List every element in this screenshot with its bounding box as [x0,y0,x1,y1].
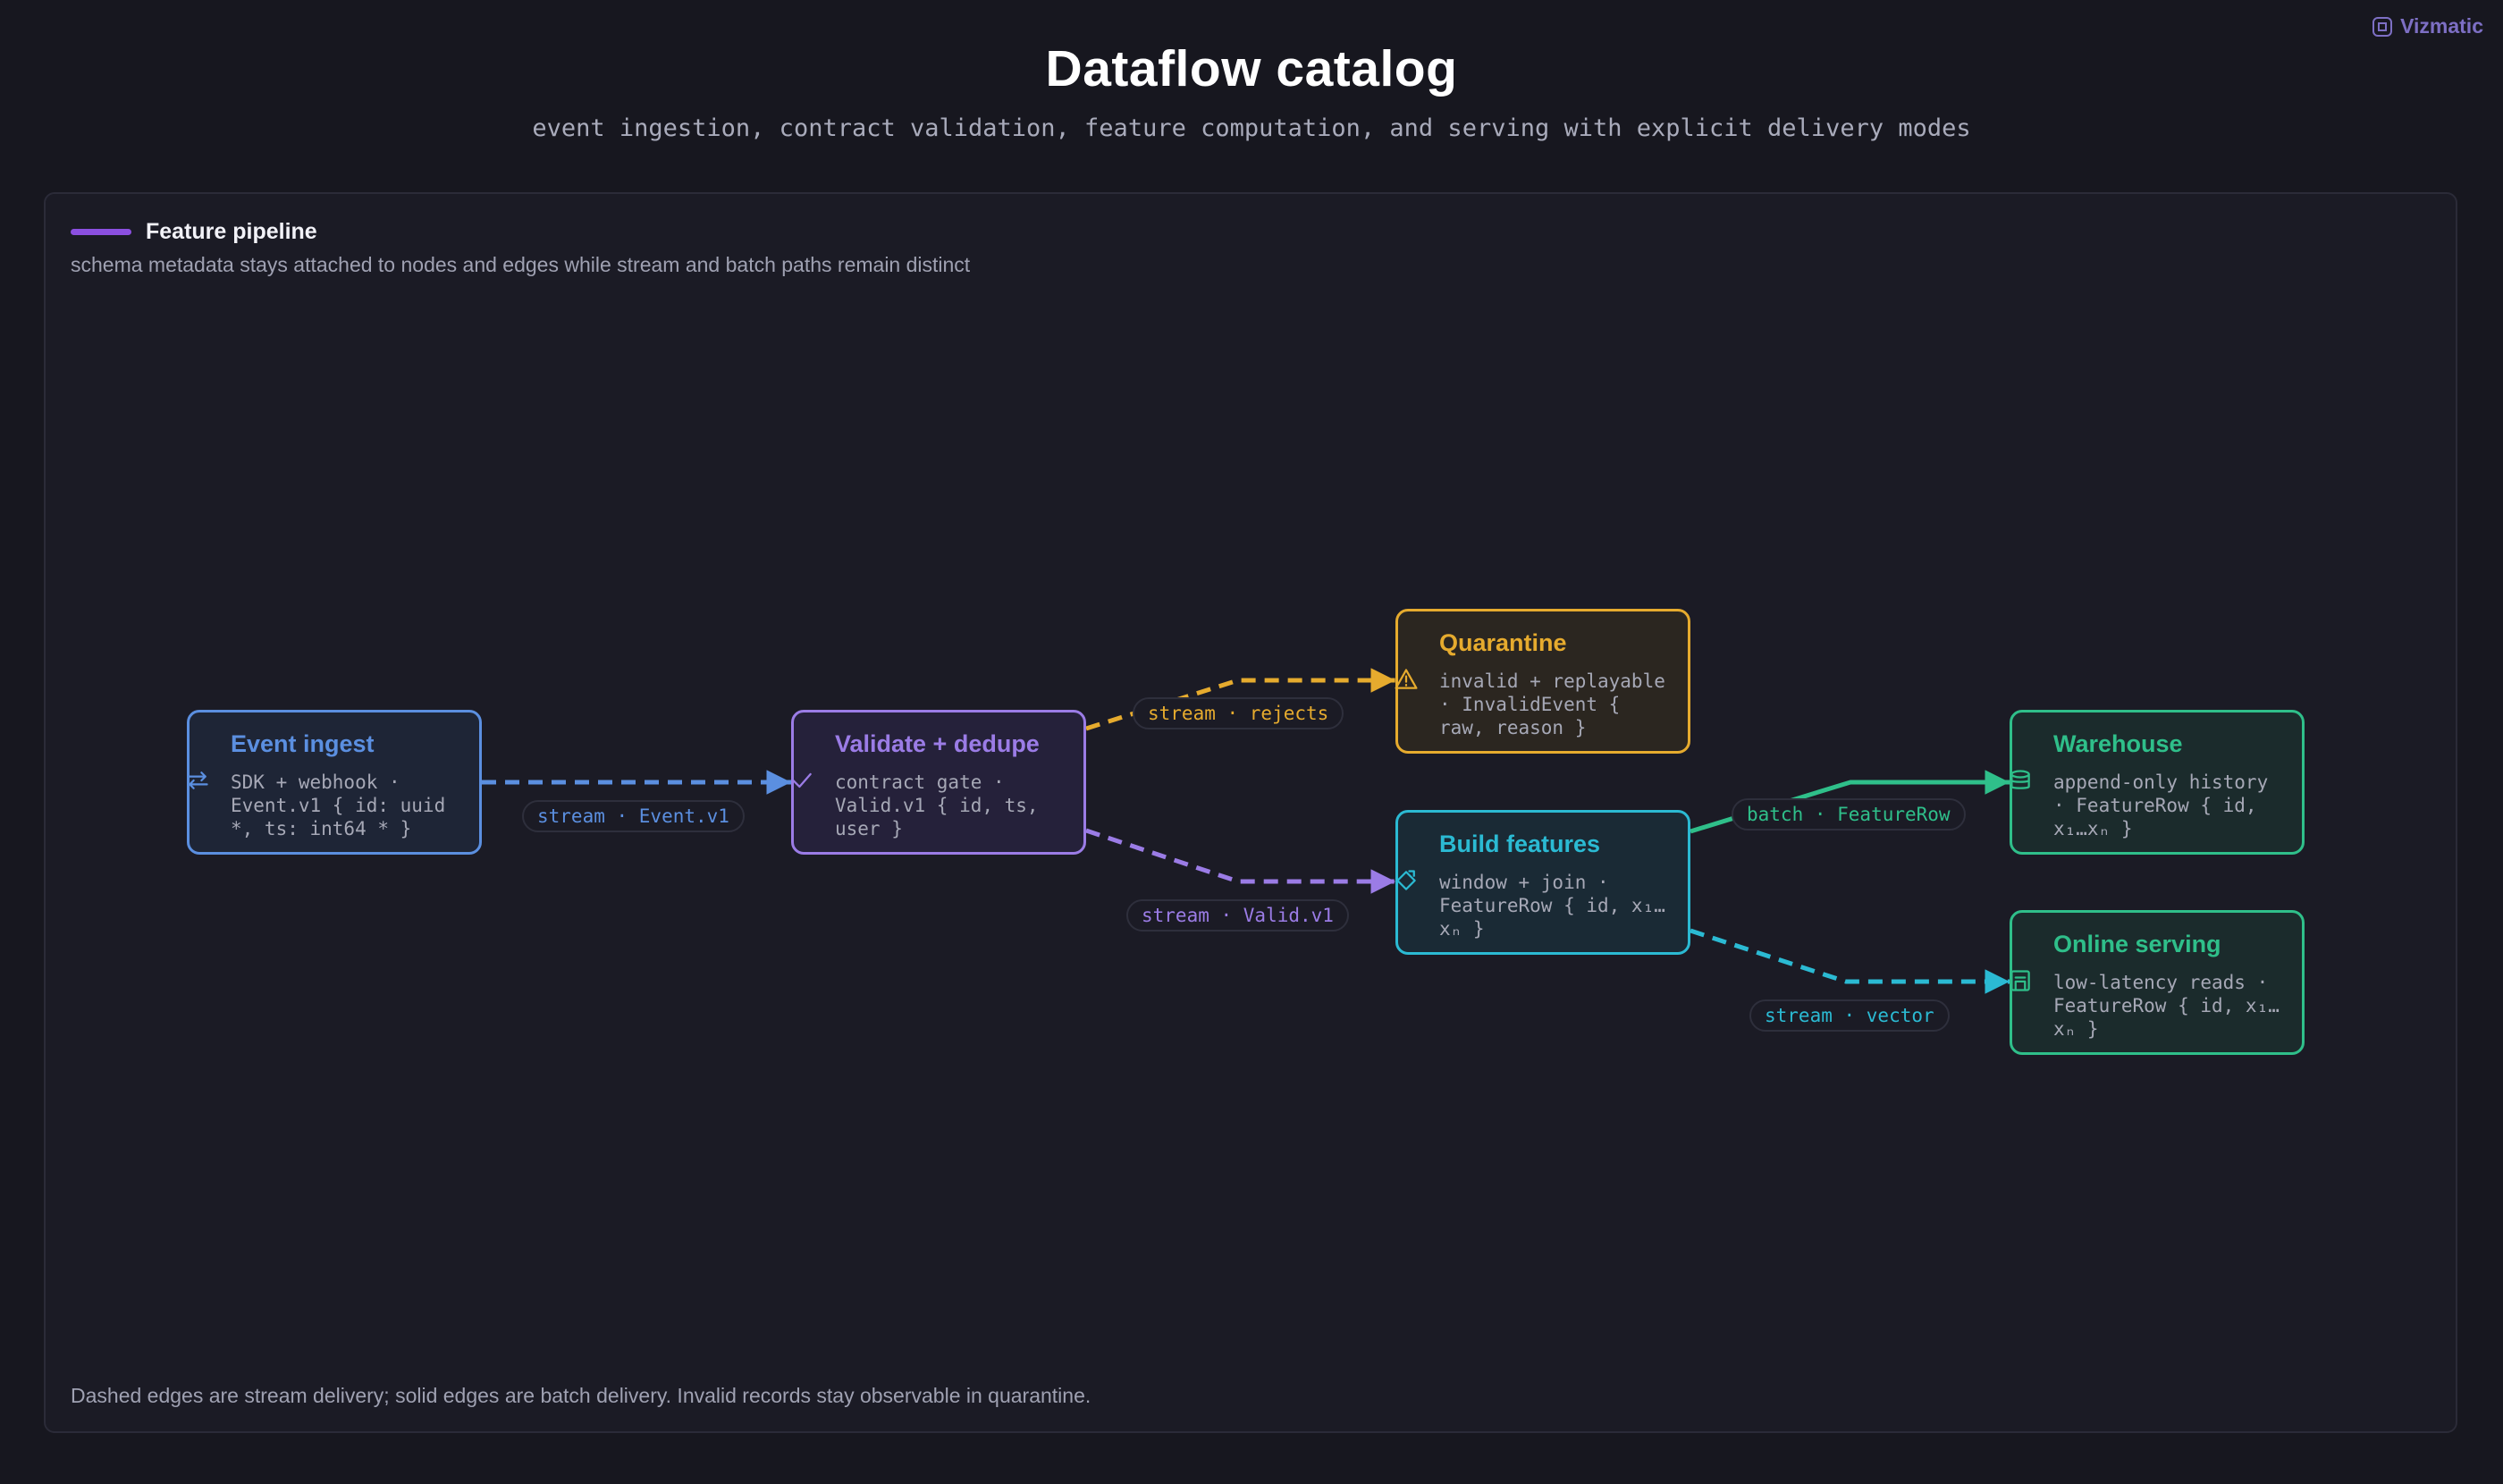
server-icon [2010,970,2030,991]
node-title: Event ingest [231,730,375,757]
edge-label: batch · FeatureRow [1732,798,1966,831]
node-description: contract gate · Valid.v1 { id, ts, user … [835,772,1039,839]
edge-label: stream · Valid.v1 [1126,899,1349,932]
edge-label: stream · vector [1749,999,1950,1032]
node-description: append-only history · FeatureRow { id, x… [2053,772,2269,839]
node-description: window + join · FeatureRow { id, x₁…xₙ } [1439,872,1665,940]
node-warehouse[interactable]: Warehouse append-only history · FeatureRo… [2010,710,2305,855]
node-features[interactable]: Build features window + join · FeatureRow… [1395,810,1690,955]
transform-diamond-icon [1396,870,1416,890]
node-description: SDK + webhook · Event.v1 { id: uuid *, t… [231,772,446,839]
database-icon [2010,770,2030,789]
node-ingest[interactable]: Event ingest SDK + webhook · Event.v1 { i… [187,710,482,855]
node-title: Online serving [2053,931,2221,957]
edge-label: stream · rejects [1133,697,1344,729]
edge-validate-to-features[interactable] [1085,828,1395,894]
node-serving[interactable]: Online serving low-latency reads · Featur… [2010,910,2305,1055]
node-title: Warehouse [2053,730,2183,757]
warning-icon [1395,669,1418,689]
node-description: low-latency reads · FeatureRow { id, x₁…… [2053,972,2280,1040]
node-title: Quarantine [1439,629,1567,656]
check-icon [792,772,812,788]
node-description: invalid + replayable · InvalidEvent { ra… [1439,670,1665,738]
node-validate[interactable]: Validate + dedupe contract gate · Valid.v… [791,710,1086,855]
transfer-arrows-icon [187,772,208,789]
node-quarantine[interactable]: Quarantine invalid + replayable · Invalid… [1395,609,1690,754]
edge-label: stream · Event.v1 [522,800,745,832]
node-title: Validate + dedupe [835,730,1040,757]
node-title: Build features [1439,831,1601,857]
edge-features-to-serving[interactable] [1690,928,2010,994]
